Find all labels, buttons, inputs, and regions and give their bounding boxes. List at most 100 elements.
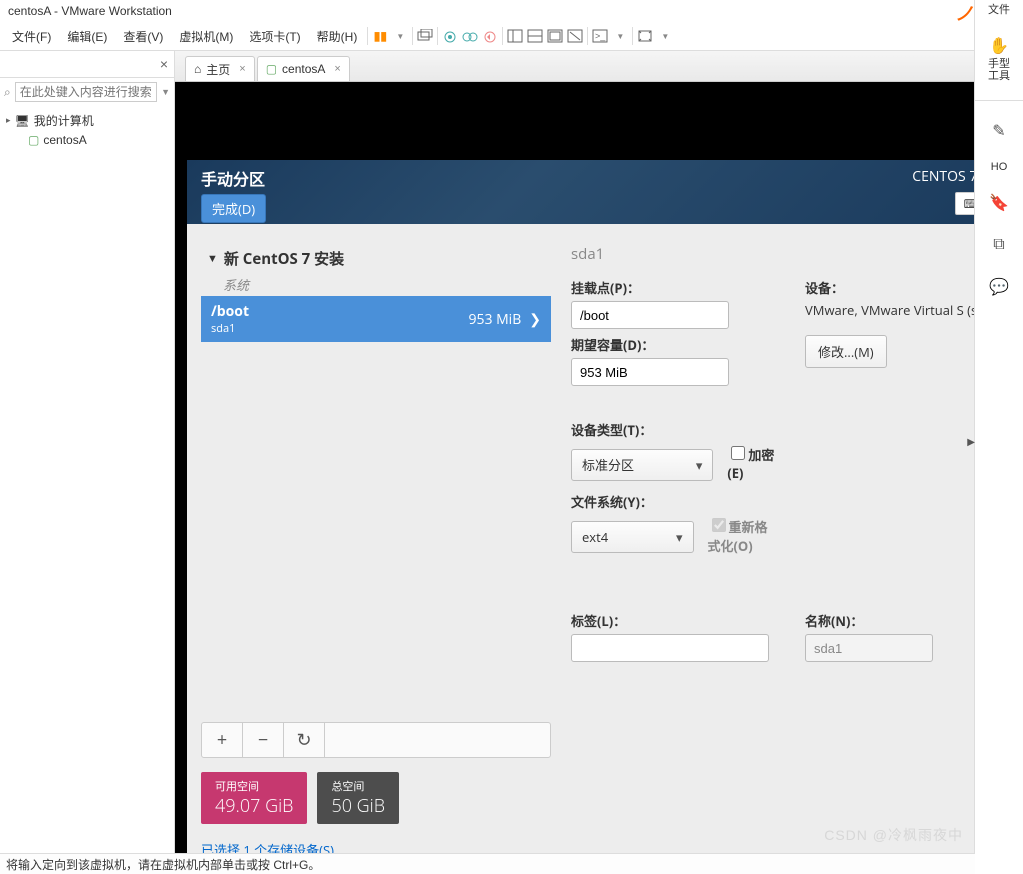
revert-icon[interactable] xyxy=(480,26,500,46)
name-input xyxy=(805,634,933,662)
reformat-check xyxy=(712,518,726,532)
reformat-checkbox[interactable]: 重新格式化(O) xyxy=(708,515,778,555)
rail-home-label[interactable]: HO xyxy=(991,161,1008,173)
total-space-value: 50 GiB xyxy=(331,794,385,818)
tree-root[interactable]: ▸ 🖥 我的计算机 xyxy=(6,110,168,131)
menu-edit[interactable]: 编辑(E) xyxy=(59,26,115,47)
main-area: × ⌕ ▼ ▸ 🖥 我的计算机 ▢ centosA ⌂ 主页 × xyxy=(0,51,1023,874)
available-space: 可用空间 49.07 GiB xyxy=(201,772,307,824)
encrypt-checkbox[interactable]: 加密(E) xyxy=(727,443,778,482)
capacity-label: 期望容量(D)： xyxy=(571,335,775,354)
installer-body: ▼ 新 CentOS 7 安装 系统 /boot sda1 953 MiB ❯ xyxy=(187,224,1023,869)
label-input[interactable] xyxy=(571,634,769,662)
menu-file[interactable]: 文件(F) xyxy=(4,26,59,47)
menu-help[interactable]: 帮助(H) xyxy=(309,26,366,47)
edit-icon[interactable]: ✎ xyxy=(987,119,1011,143)
tab-close-icon[interactable]: × xyxy=(334,63,340,75)
collapse-icon: ▼ xyxy=(207,251,218,266)
vm-display[interactable]: 手动分区 完成(D) CENTOS 7 安装 ⌨ cn ▼ xyxy=(175,82,1023,874)
menu-vm[interactable]: 虚拟机(M) xyxy=(171,26,241,47)
send-keys-icon[interactable] xyxy=(415,26,435,46)
partition-size: 953 MiB xyxy=(468,310,521,329)
expand-rail-icon[interactable]: ▶ xyxy=(967,437,975,448)
space-summary: 可用空间 49.07 GiB 总空间 50 GiB xyxy=(201,772,551,824)
watermark: CSDN @冷枫雨夜中 xyxy=(824,825,963,845)
copy-icon[interactable]: ⧉ xyxy=(987,233,1011,257)
remove-button[interactable]: − xyxy=(243,723,284,757)
dropdown3-icon[interactable]: ▼ xyxy=(655,26,675,46)
encrypt-check[interactable] xyxy=(731,446,745,460)
expand-icon: ▸ xyxy=(6,115,11,126)
vm-tree: ▸ 🖥 我的计算机 ▢ centosA xyxy=(0,106,174,153)
partition-name: /boot xyxy=(211,302,249,321)
mountpoint-label: 挂载点(P)： xyxy=(571,278,775,297)
tab-home[interactable]: ⌂ 主页 × xyxy=(185,56,255,81)
tab-vm[interactable]: ▢ centosA × xyxy=(257,56,350,81)
filesystem-select[interactable]: ext4 xyxy=(571,521,694,553)
vm-icon: ▢ xyxy=(28,133,39,147)
available-space-value: 49.07 GiB xyxy=(215,794,293,818)
anaconda-installer: 手动分区 完成(D) CENTOS 7 安装 ⌨ cn ▼ xyxy=(187,160,1023,869)
close-icon[interactable]: × xyxy=(160,56,168,72)
details-title: sda1 xyxy=(571,244,1009,264)
capacity-input[interactable] xyxy=(571,358,729,386)
dropdown-icon[interactable]: ▼ xyxy=(161,87,170,97)
tab-close-icon[interactable]: × xyxy=(239,63,245,75)
layout1-icon[interactable] xyxy=(505,26,525,46)
available-space-label: 可用空间 xyxy=(215,778,293,794)
partition-tree-pane: ▼ 新 CentOS 7 安装 系统 /boot sda1 953 MiB ❯ xyxy=(201,244,551,859)
separator xyxy=(587,27,588,45)
pause-icon[interactable]: ▮▮ xyxy=(370,26,390,46)
layout4-icon[interactable] xyxy=(565,26,585,46)
partition-row-boot[interactable]: /boot sda1 953 MiB ❯ xyxy=(201,296,551,342)
separator xyxy=(975,100,1023,101)
tab-home-label: 主页 xyxy=(206,61,230,78)
tree-header[interactable]: ▼ 新 CentOS 7 安装 xyxy=(201,244,551,273)
tree-root-label: 我的计算机 xyxy=(34,112,94,129)
menu-tabs[interactable]: 选项卡(T) xyxy=(241,26,308,47)
chat-icon[interactable]: 💬 xyxy=(987,275,1011,299)
snapshot-manager-icon[interactable] xyxy=(460,26,480,46)
menu-view[interactable]: 查看(V) xyxy=(115,26,171,47)
reload-button[interactable]: ↻ xyxy=(284,723,325,757)
dropdown-icon[interactable]: ▼ xyxy=(390,26,410,46)
mountpoint-input[interactable] xyxy=(571,301,729,329)
menubar: 文件(F) 编辑(E) 查看(V) 虚拟机(M) 选项卡(T) 帮助(H) ▮▮… xyxy=(0,22,1023,51)
done-button[interactable]: 完成(D) xyxy=(201,194,266,223)
category-system: 系统 xyxy=(201,273,551,296)
console-icon[interactable]: >_ xyxy=(590,26,610,46)
search-input[interactable] xyxy=(15,82,157,102)
separator xyxy=(437,27,438,45)
filesystem-value: ext4 xyxy=(582,528,608,546)
tree-child[interactable]: ▢ centosA xyxy=(6,131,168,149)
separator xyxy=(502,27,503,45)
partial-logo: ノ xyxy=(955,0,973,26)
total-space: 总空间 50 GiB xyxy=(317,772,399,824)
add-button[interactable]: + xyxy=(202,723,243,757)
separator xyxy=(367,27,368,45)
layout2-icon[interactable] xyxy=(525,26,545,46)
tabstrip: ⌂ 主页 × ▢ centosA × xyxy=(175,51,1023,82)
rail-file-label[interactable]: 文件 xyxy=(988,4,1010,16)
toolbar-spacer xyxy=(325,723,550,757)
separator xyxy=(632,27,633,45)
label-label: 标签(L)： xyxy=(571,611,775,630)
statusbar: 将输入定向到该虚拟机，请在虚拟机内部单击或按 Ctrl+G。 xyxy=(0,853,975,874)
device-type-select[interactable]: 标准分区 xyxy=(571,449,713,481)
sidebar-header: × xyxy=(0,51,174,78)
snapshot-icon[interactable] xyxy=(440,26,460,46)
sidebar: × ⌕ ▼ ▸ 🖥 我的计算机 ▢ centosA xyxy=(0,51,175,874)
partition-device: sda1 xyxy=(211,321,249,336)
bookmark-icon[interactable]: 🔖 xyxy=(987,191,1011,215)
fullscreen-icon[interactable] xyxy=(635,26,655,46)
dropdown2-icon[interactable]: ▼ xyxy=(610,26,630,46)
svg-text:>_: >_ xyxy=(595,31,606,41)
modify-button[interactable]: 修改...(M) xyxy=(805,335,887,368)
vm-icon: ▢ xyxy=(266,62,277,76)
layout3-icon[interactable] xyxy=(545,26,565,46)
page-title: 手动分区 xyxy=(201,166,266,190)
tree-child-label: centosA xyxy=(43,133,86,147)
right-toolbar: 文件 ✋ 手型 工具 ✎ HO 🔖 ⧉ 💬 xyxy=(974,0,1023,874)
installer-header: 手动分区 完成(D) CENTOS 7 安装 ⌨ cn xyxy=(187,160,1023,224)
rail-hand-tool[interactable]: ✋ 手型 工具 xyxy=(987,34,1011,82)
